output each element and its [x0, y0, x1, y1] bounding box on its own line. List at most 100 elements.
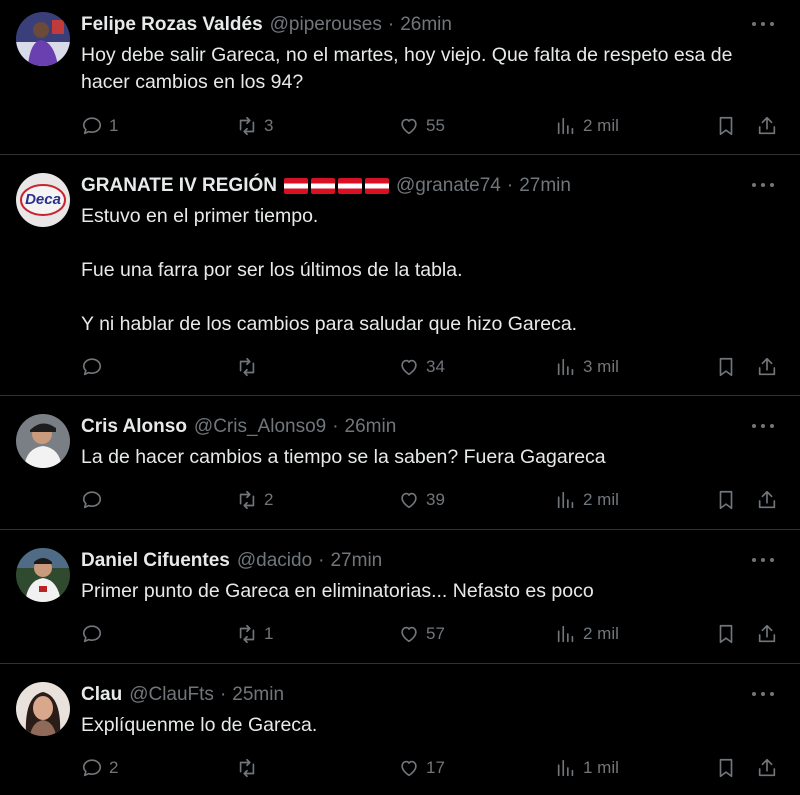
display-name[interactable]: Clau: [81, 684, 122, 706]
bookmark-button[interactable]: [715, 487, 737, 513]
display-name[interactable]: Felipe Rozas Valdés: [81, 14, 263, 36]
user-avatar-person-icon: [16, 414, 70, 468]
reply-icon: [82, 358, 102, 376]
display-name[interactable]: GRANATE IV REGIÓN: [81, 175, 277, 197]
retweet-button[interactable]: 3: [236, 113, 273, 139]
tweet-header: Cris Alonso @Cris_Alonso9 · 26min: [81, 416, 397, 438]
divider: [0, 529, 800, 530]
reply-button[interactable]: 2: [81, 755, 118, 781]
user-handle[interactable]: @ClauFts: [129, 684, 214, 706]
avatar-felipe[interactable]: [16, 12, 70, 66]
more-options-icon[interactable]: [752, 550, 774, 570]
views-chart-icon: [557, 625, 574, 643]
timestamp[interactable]: 26min: [400, 14, 452, 36]
share-icon: [758, 758, 776, 777]
heart-icon: [401, 118, 417, 135]
timestamp[interactable]: 27min: [330, 550, 382, 572]
like-count: 17: [426, 758, 445, 777]
bookmark-button[interactable]: [715, 113, 737, 139]
tweet-actions: 2 39 2 mil: [81, 487, 781, 513]
views-count: 2 mil: [583, 624, 619, 643]
views-button[interactable]: 2 mil: [555, 487, 619, 513]
like-button[interactable]: 55: [398, 113, 445, 139]
views-count: 3 mil: [583, 357, 619, 376]
timestamp[interactable]: 26min: [345, 416, 397, 438]
user-handle[interactable]: @granate74: [396, 175, 501, 197]
retweet-button[interactable]: [236, 354, 264, 380]
user-handle[interactable]: @Cris_Alonso9: [194, 416, 326, 438]
like-count: 55: [426, 116, 445, 135]
avatar-cris[interactable]: [16, 414, 70, 468]
tweet-2[interactable]: Deca GRANATE IV REGIÓN @granate74 · 27mi…: [0, 173, 800, 393]
reply-count: 2: [109, 758, 119, 777]
views-button[interactable]: 3 mil: [555, 354, 619, 380]
tweet-text: La de hacer cambios a tiempo se la saben…: [81, 446, 606, 468]
retweet-button[interactable]: [236, 755, 264, 781]
like-button[interactable]: 34: [398, 354, 445, 380]
display-name[interactable]: Cris Alonso: [81, 416, 187, 438]
tweet-header: Daniel Cifuentes @dacido · 27min: [81, 550, 383, 572]
bookmark-button[interactable]: [715, 755, 737, 781]
views-button[interactable]: 2 mil: [555, 621, 619, 647]
views-count: 1 mil: [583, 758, 619, 777]
retweet-button[interactable]: 1: [236, 621, 273, 647]
heart-icon: [401, 626, 417, 643]
reply-button[interactable]: [81, 621, 109, 647]
reply-feed: Felipe Rozas Valdés @piperouses · 26min …: [0, 0, 800, 795]
avatar-clau[interactable]: [16, 682, 70, 736]
tweet-4[interactable]: Daniel Cifuentes @dacido · 27min Primer …: [0, 548, 800, 658]
retweet-icon: [239, 624, 255, 644]
tweet-header: GRANATE IV REGIÓN @granate74 · 27min: [81, 175, 571, 197]
user-avatar-logo-icon: Deca: [16, 173, 70, 227]
avatar-daniel[interactable]: [16, 548, 70, 602]
retweet-button[interactable]: 2: [236, 487, 273, 513]
views-chart-icon: [557, 491, 574, 509]
user-avatar-player-icon: [16, 548, 70, 602]
tweet-3[interactable]: Cris Alonso @Cris_Alonso9 · 26min La de …: [0, 414, 800, 524]
user-avatar-player-icon: [16, 12, 70, 66]
heart-icon: [401, 492, 417, 509]
like-button[interactable]: 57: [398, 621, 445, 647]
reply-button[interactable]: [81, 487, 109, 513]
share-button[interactable]: [756, 354, 778, 380]
retweet-icon: [239, 490, 255, 510]
tweet-header: Clau @ClauFts · 25min: [81, 684, 285, 706]
share-button[interactable]: [756, 621, 778, 647]
bookmark-button[interactable]: [715, 621, 737, 647]
more-options-icon[interactable]: [752, 175, 774, 195]
like-count: 57: [426, 624, 445, 643]
share-button[interactable]: [756, 113, 778, 139]
retweet-count: 1: [264, 624, 274, 643]
like-count: 34: [426, 357, 445, 376]
more-options-icon[interactable]: [752, 416, 774, 436]
heart-icon: [401, 760, 417, 777]
tweet-5[interactable]: Clau @ClauFts · 25min Explíquenme lo de …: [0, 682, 800, 792]
views-chart-icon: [557, 759, 574, 777]
views-button[interactable]: 2 mil: [555, 113, 619, 139]
like-button[interactable]: 39: [398, 487, 445, 513]
like-button[interactable]: 17: [398, 755, 445, 781]
share-button[interactable]: [756, 487, 778, 513]
views-button[interactable]: 1 mil: [555, 755, 619, 781]
reply-count: 1: [109, 116, 119, 135]
display-name[interactable]: Daniel Cifuentes: [81, 550, 230, 572]
tweet-actions: 2 17 1 mil: [81, 755, 781, 781]
tweet-text: Explíquenme lo de Gareca.: [81, 714, 318, 736]
timestamp[interactable]: 25min: [232, 684, 284, 706]
share-button[interactable]: [756, 755, 778, 781]
tweet-1[interactable]: Felipe Rozas Valdés @piperouses · 26min …: [0, 12, 800, 152]
tweet-text: Estuvo en el primer tiempo. Fue una farr…: [81, 205, 578, 335]
more-options-icon[interactable]: [752, 14, 774, 34]
reply-button[interactable]: 1: [81, 113, 118, 139]
retweet-icon: [239, 357, 255, 377]
timestamp[interactable]: 27min: [519, 175, 571, 197]
reply-button[interactable]: [81, 354, 109, 380]
bookmark-button[interactable]: [715, 354, 737, 380]
user-handle[interactable]: @piperouses: [270, 14, 382, 36]
avatar-granate[interactable]: Deca: [16, 173, 70, 227]
bookmark-icon: [719, 357, 733, 377]
more-options-icon[interactable]: [752, 684, 774, 704]
like-count: 39: [426, 490, 445, 509]
user-handle[interactable]: @dacido: [237, 550, 312, 572]
retweet-icon: [239, 758, 255, 778]
